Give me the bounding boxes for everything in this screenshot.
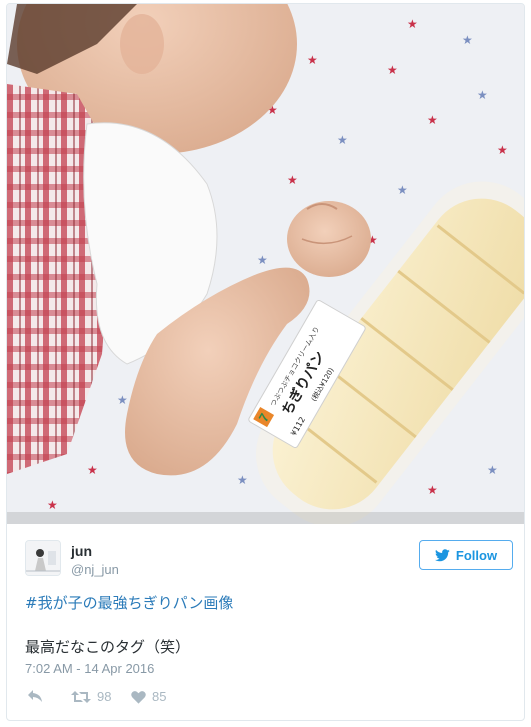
heart-icon [131, 690, 146, 704]
avatar-image [26, 541, 60, 575]
svg-text:★: ★ [427, 113, 438, 127]
svg-text:★: ★ [117, 393, 128, 407]
svg-text:★: ★ [387, 63, 398, 77]
tweet-text: 最高だなこのタグ（笑） [25, 638, 191, 656]
author-handle[interactable]: @nj_jun [71, 562, 119, 577]
svg-text:★: ★ [497, 143, 508, 157]
svg-text:★: ★ [487, 463, 498, 477]
retweet-button[interactable]: 98 [71, 689, 111, 704]
reply-icon [28, 690, 42, 702]
tweet-actions: 98 85 [25, 689, 325, 709]
svg-text:★: ★ [397, 183, 408, 197]
retweet-icon [71, 690, 91, 703]
tweet-timestamp[interactable]: 7:02 AM - 14 Apr 2016 [25, 661, 154, 676]
svg-text:★: ★ [477, 88, 488, 102]
svg-text:★: ★ [407, 17, 418, 31]
follow-button[interactable]: Follow [419, 540, 513, 570]
tweet-card: ★ ★ ★ ★ ★ ★ ★ ★ ★ ★ ★ ★ ★ ★ ★ ★ ★ ★ ★ ★ [6, 3, 525, 721]
svg-text:★: ★ [307, 53, 318, 67]
twitter-bird-icon [434, 548, 450, 561]
retweet-count: 98 [97, 689, 112, 704]
follow-label: Follow [455, 547, 498, 563]
tweet-header: jun @nj_jun Follow [25, 537, 515, 585]
svg-text:★: ★ [87, 463, 98, 477]
svg-text:★: ★ [47, 498, 58, 512]
baby-fist [287, 201, 371, 277]
avatar[interactable] [25, 540, 61, 576]
like-count: 85 [152, 689, 167, 704]
like-button[interactable]: 85 [131, 689, 166, 704]
hashtag-link[interactable]: #我が子の最強ちぎりパン画像 [25, 592, 233, 613]
svg-text:★: ★ [287, 173, 298, 187]
tweet-photo[interactable]: ★ ★ ★ ★ ★ ★ ★ ★ ★ ★ ★ ★ ★ ★ ★ ★ ★ ★ ★ ★ [7, 4, 524, 524]
reply-button[interactable] [27, 689, 43, 703]
svg-text:★: ★ [462, 33, 473, 47]
baby-and-bread-image: ★ ★ ★ ★ ★ ★ ★ ★ ★ ★ ★ ★ ★ ★ ★ ★ ★ ★ ★ ★ [7, 4, 524, 524]
svg-text:★: ★ [427, 483, 438, 497]
svg-text:★: ★ [337, 133, 348, 147]
svg-text:★: ★ [237, 473, 248, 487]
author-name[interactable]: jun [71, 543, 92, 559]
svg-text:★: ★ [257, 253, 268, 267]
